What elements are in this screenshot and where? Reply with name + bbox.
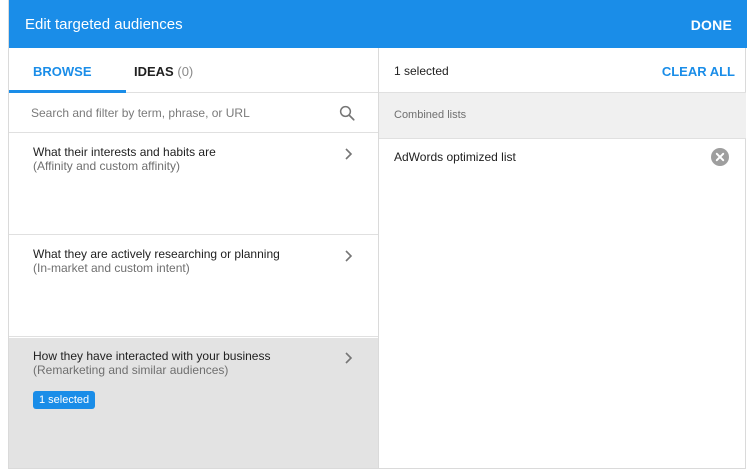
category-title: What their interests and habits are <box>33 145 216 159</box>
tab-ideas-label: IDEAS <box>134 64 174 79</box>
edit-audiences-dialog: Edit targeted audiences DONE BROWSE IDEA… <box>8 0 747 469</box>
selection-header: 1 selected CLEAR ALL <box>379 48 746 93</box>
audience-name: AdWords optimized list <box>394 150 516 164</box>
tab-bar: BROWSE IDEAS (0) <box>9 48 378 93</box>
category-affinity[interactable]: What their interests and habits are (Aff… <box>9 134 378 235</box>
search-bar <box>9 93 378 133</box>
selected-count: 1 selected <box>394 64 449 78</box>
clear-all-button[interactable]: CLEAR ALL <box>662 64 735 79</box>
category-remarketing[interactable]: How they have interacted with your busin… <box>9 338 378 468</box>
chevron-right-icon <box>345 250 353 262</box>
category-subtitle: (Affinity and custom affinity) <box>33 159 180 173</box>
dialog-header: Edit targeted audiences DONE <box>9 0 747 48</box>
category-title: How they have interacted with your busin… <box>33 349 271 363</box>
chevron-right-icon <box>345 352 353 364</box>
group-label: Combined lists <box>394 109 467 121</box>
group-header: Combined lists <box>379 93 746 139</box>
browse-panel: BROWSE IDEAS (0) What their interests an… <box>9 48 379 468</box>
remove-icon[interactable] <box>711 148 729 166</box>
category-title: What they are actively researching or pl… <box>33 247 280 261</box>
dialog-title: Edit targeted audiences <box>25 16 183 33</box>
search-icon[interactable] <box>338 104 356 122</box>
tab-ideas-count: (0) <box>177 64 194 79</box>
category-subtitle: (Remarketing and similar audiences) <box>33 363 229 377</box>
category-in-market[interactable]: What they are actively researching or pl… <box>9 236 378 337</box>
tab-browse[interactable]: BROWSE <box>33 64 92 80</box>
done-button[interactable]: DONE <box>691 17 732 34</box>
selection-panel: 1 selected CLEAR ALL Combined lists AdWo… <box>379 48 746 468</box>
selected-count-badge: 1 selected <box>33 391 96 409</box>
category-subtitle: (In-market and custom intent) <box>33 261 190 275</box>
tab-ideas[interactable]: IDEAS (0) <box>134 64 193 80</box>
selected-audience-item: AdWords optimized list <box>379 139 746 175</box>
chevron-right-icon <box>345 148 353 160</box>
search-input[interactable] <box>31 103 331 123</box>
